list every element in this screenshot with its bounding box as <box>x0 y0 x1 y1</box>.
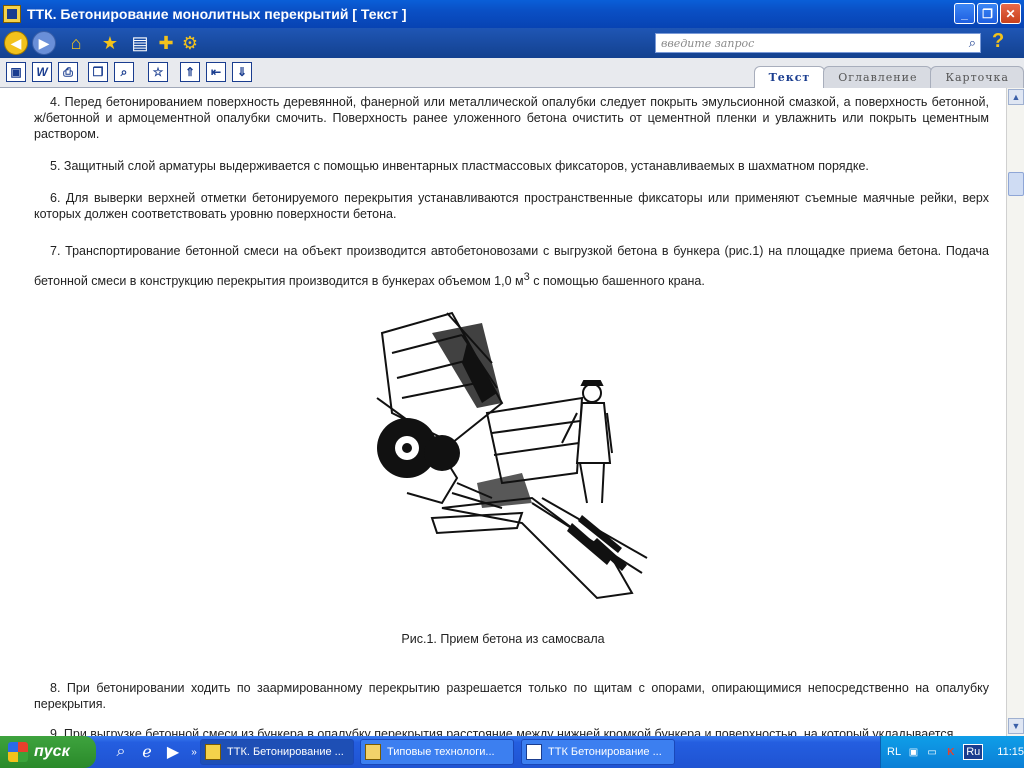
forward-icon[interactable]: ▶ <box>32 31 56 55</box>
app-small-icon <box>205 744 221 760</box>
copy-icon[interactable]: ❐ <box>88 62 108 82</box>
task-label: ТТК Бетонирование ... <box>548 746 662 758</box>
scroll-down-button[interactable]: ▼ <box>1008 718 1024 734</box>
tab-card[interactable]: Карточка <box>930 66 1024 88</box>
display-icon[interactable]: ▭ <box>926 745 939 759</box>
antivirus-icon[interactable]: K <box>945 745 958 759</box>
taskbar-item-folder[interactable]: Типовые технологи... <box>360 739 514 765</box>
scroll-thumb[interactable] <box>1008 172 1024 196</box>
paragraph-9: 9. При выгрузке бетонной смеси из бункер… <box>50 727 954 736</box>
back-icon[interactable]: ◀ <box>4 31 28 55</box>
paragraph-5: 5. Защитный слой арматуры выдерживается … <box>50 159 869 173</box>
export-word-icon[interactable]: W <box>32 62 52 82</box>
windows-logo-icon <box>8 742 28 762</box>
lang-indicator-rl[interactable]: RL <box>887 746 901 758</box>
paragraph-7: 7. Транспортирование бетонной смеси на о… <box>34 238 989 294</box>
maximize-button[interactable]: ❐ <box>977 3 998 24</box>
paragraph-8: 8. При бетонировании ходить по заармиров… <box>34 681 989 711</box>
tab-text[interactable]: Текст <box>753 66 826 88</box>
go-to-icon[interactable]: ⇤ <box>206 62 226 82</box>
network-icon[interactable]: ▣ <box>907 745 920 759</box>
figure-caption: Рис.1. Прием бетона из самосвала <box>401 632 605 646</box>
document-small-icon <box>526 744 542 760</box>
language-ru[interactable]: Ru <box>963 744 984 760</box>
paragraph-7-text: 7. Транспортирование бетонной смеси на о… <box>34 244 989 289</box>
ie-quicklaunch-icon[interactable]: ℯ <box>136 741 158 763</box>
search-input[interactable]: введите запрос ⌕ <box>655 33 981 53</box>
help-icon[interactable]: ? <box>992 30 1016 54</box>
paragraph-6: 6. Для выверки верхней отметки бетонируе… <box>34 191 989 221</box>
save-icon[interactable]: ▣ <box>6 62 26 82</box>
scroll-up-button[interactable]: ▲ <box>1008 89 1024 105</box>
folder-icon <box>365 744 381 760</box>
paragraph-7-end: с помощью башенного крана. <box>529 274 705 289</box>
title-bar: ТТК. Бетонирование монолитных перекрытий… <box>0 0 1024 28</box>
favorites-star-icon[interactable]: ★ <box>98 31 122 55</box>
document-content: 4. Перед бетонированием поверхность дере… <box>0 88 1006 736</box>
scroll-up-icon[interactable]: ⇑ <box>180 62 200 82</box>
scroll-down-icon[interactable]: ⇓ <box>232 62 252 82</box>
taskbar-item-ttk-1[interactable]: ТТК. Бетонирование ... <box>200 739 354 765</box>
search-icon[interactable]: ⌕ <box>969 36 976 51</box>
task-label: Типовые технологи... <box>387 746 495 758</box>
view-tabs: Текст Оглавление Карточка <box>753 66 1024 88</box>
task-label: ТТК. Бетонирование ... <box>227 746 344 758</box>
close-button[interactable]: ✕ <box>1000 3 1021 24</box>
taskbar-item-ttk-2[interactable]: ТТК Бетонирование ... <box>521 739 675 765</box>
print-icon[interactable]: ⎙ <box>58 62 78 82</box>
tab-contents[interactable]: Оглавление <box>823 66 933 88</box>
paragraph-4: 4. Перед бетонированием поверхность дере… <box>34 95 989 141</box>
minimize-button[interactable]: _ <box>954 3 975 24</box>
home-icon[interactable]: ⌂ <box>64 31 88 55</box>
bookmark-star-icon[interactable]: ☆ <box>148 62 168 82</box>
app-icon[interactable] <box>3 5 21 23</box>
media-player-quicklaunch-icon[interactable]: ▶ <box>162 741 184 763</box>
settings-gear-icon[interactable]: ⚙ <box>178 31 202 55</box>
start-button[interactable]: пуск <box>0 736 96 768</box>
document-icon[interactable]: ▤ <box>128 31 152 55</box>
start-label: пуск <box>34 743 70 760</box>
search-quicklaunch-icon[interactable]: ⌕ <box>110 741 132 763</box>
window-title: ТТК. Бетонирование монолитных перекрытий… <box>27 6 407 22</box>
dump-truck-figure <box>376 311 648 600</box>
clock: 11:15 <box>997 746 1024 758</box>
quicklaunch-more-icon[interactable]: » <box>188 741 200 763</box>
add-document-icon[interactable]: ✚ <box>154 31 178 55</box>
search-placeholder: введите запрос <box>661 37 755 50</box>
system-tray: RL ▣ ▭ K Ru 11:15 <box>880 736 1024 768</box>
preview-icon[interactable]: ⌕ <box>114 62 134 82</box>
vertical-scrollbar[interactable]: ▲ ▼ <box>1006 88 1024 736</box>
